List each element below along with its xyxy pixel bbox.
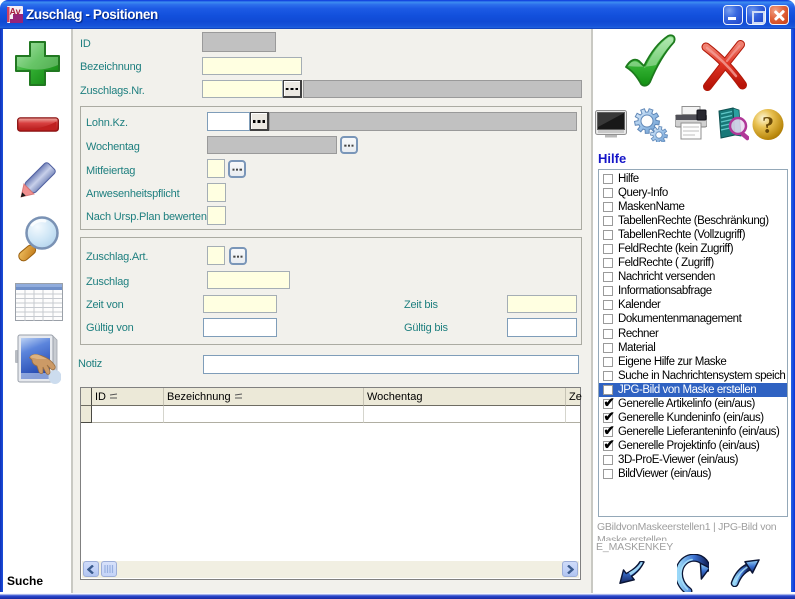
- svg-text:?: ?: [762, 113, 774, 139]
- svg-text:Av: Av: [10, 7, 21, 17]
